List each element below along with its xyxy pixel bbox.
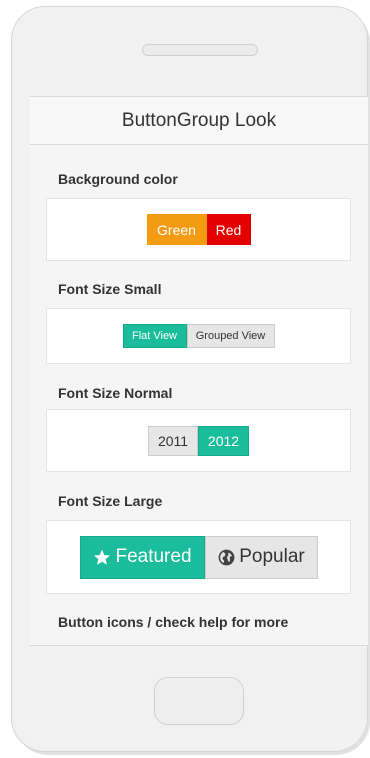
section-label-background-color: Background color (58, 171, 178, 187)
popular-label: Popular (239, 546, 305, 567)
green-button[interactable]: Green (146, 214, 207, 245)
globe-icon (217, 548, 236, 567)
red-button[interactable]: Red (206, 214, 251, 245)
section-label-font-size-normal: Font Size Normal (58, 385, 173, 401)
font-size-small-button-group: Flat View Grouped View (122, 324, 275, 348)
page-title: ButtonGroup Look (30, 97, 368, 145)
font-size-large-panel: Featured Popular (46, 520, 351, 594)
star-icon (92, 548, 112, 567)
font-size-normal-button-group: 2011 2012 (148, 425, 249, 456)
font-size-small-panel: Flat View Grouped View (46, 308, 351, 364)
featured-button[interactable]: Featured (79, 535, 205, 579)
section-label-font-size-small: Font Size Small (58, 281, 162, 297)
section-label-font-size-large: Font Size Large (58, 493, 163, 509)
year-2011-button[interactable]: 2011 (148, 425, 198, 456)
featured-label: Featured (115, 546, 192, 567)
grouped-view-button[interactable]: Grouped View (186, 324, 275, 348)
year-2012-button[interactable]: 2012 (198, 425, 249, 456)
phone-speaker (142, 44, 258, 56)
flat-view-button[interactable]: Flat View (122, 324, 187, 348)
section-label-button-icons: Button icons / check help for more (58, 614, 289, 630)
font-size-normal-panel: 2011 2012 (46, 409, 351, 472)
popular-button[interactable]: Popular (204, 535, 318, 579)
phone-home-button[interactable] (154, 677, 244, 725)
background-color-button-group: Green Red (146, 214, 251, 245)
app-screen: ButtonGroup Look Background color Green … (30, 96, 368, 646)
background-color-panel: Green Red (46, 198, 351, 261)
font-size-large-button-group: Featured Popular (79, 535, 318, 579)
